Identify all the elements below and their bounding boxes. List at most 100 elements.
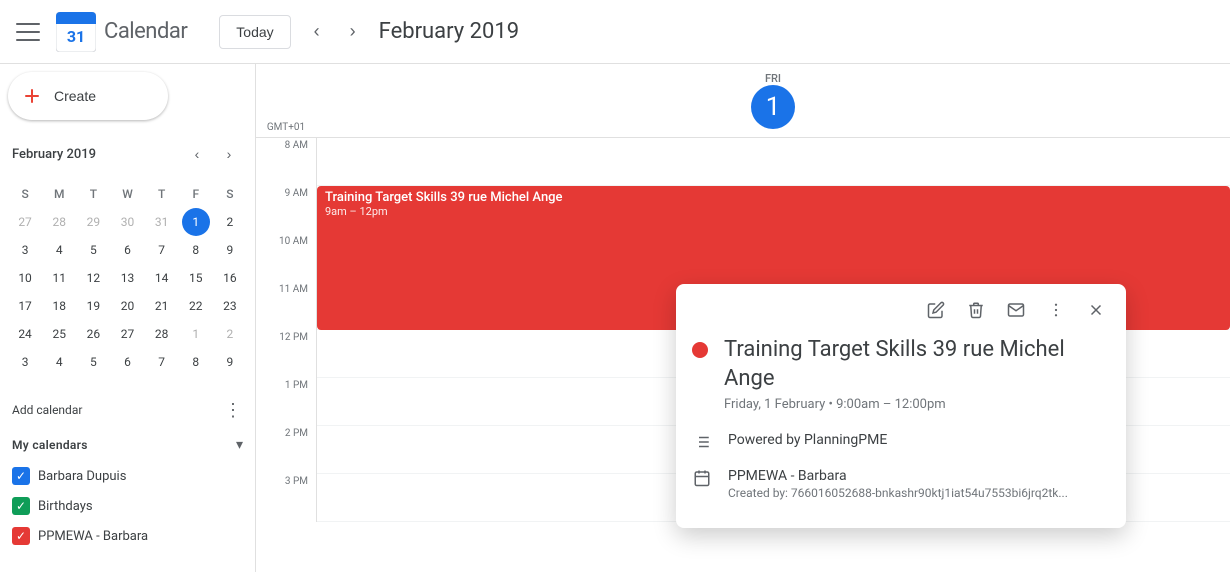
time-label: 11 AM (256, 282, 316, 330)
mini-cal-day[interactable]: 3 (8, 236, 42, 264)
mini-cal-day[interactable]: 1 (182, 208, 210, 236)
add-calendar-row: Add calendar ⋮ (8, 392, 247, 428)
day-name: FRI (765, 72, 781, 85)
mini-cal-day[interactable]: 3 (8, 348, 42, 376)
more-options-icon[interactable]: ⋮ (223, 400, 243, 420)
app-header: 31 Calendar Today ‹ › February 2019 (0, 0, 1230, 64)
mini-cal-day[interactable]: 24 (8, 320, 42, 348)
day-number[interactable]: 1 (751, 85, 795, 129)
calendar-item[interactable]: PPMEWA - Barbara (8, 521, 247, 551)
mini-cal-day[interactable]: 22 (179, 292, 213, 320)
mini-cal-grid: SMTWTFS272829303112345678910111213141516… (8, 180, 247, 376)
mini-cal-day[interactable]: 12 (76, 264, 110, 292)
mini-cal-day[interactable]: 28 (42, 208, 76, 236)
mini-cal-day[interactable]: 1 (179, 320, 213, 348)
mini-cal-day[interactable]: 30 (110, 208, 144, 236)
mini-cal-day[interactable]: 27 (110, 320, 144, 348)
mini-cal-day[interactable]: 15 (179, 264, 213, 292)
mini-cal-day[interactable]: 27 (8, 208, 42, 236)
mini-cal-day[interactable]: 18 (42, 292, 76, 320)
mini-cal-day[interactable]: 9 (213, 348, 247, 376)
mini-cal-day[interactable]: 11 (42, 264, 76, 292)
calendar-label: Barbara Dupuis (38, 469, 126, 484)
calendar-area: GMT+01 FRI 1 8 AM9 AM10 AM11 AM12 PM1 PM… (256, 64, 1230, 572)
time-label: 10 AM (256, 234, 316, 282)
mini-cal-day[interactable]: 20 (110, 292, 144, 320)
mini-cal-day[interactable]: 21 (145, 292, 179, 320)
email-icon[interactable] (998, 292, 1034, 328)
popup-event-header: Training Target Skills 39 rue Michel Ang… (692, 336, 1110, 412)
more-icon[interactable] (1038, 292, 1074, 328)
mini-calendar: February 2019 ‹ › SMTWTFS272829303112345… (8, 136, 247, 376)
calendar-checkbox[interactable] (12, 527, 30, 545)
calendar-item[interactable]: Birthdays (8, 491, 247, 521)
calendar-icon (692, 468, 712, 488)
popup-calendar-name: PPMEWA - Barbara (728, 468, 1068, 484)
mini-cal-day[interactable]: 4 (42, 348, 76, 376)
mini-cal-day[interactable]: 28 (145, 320, 179, 348)
mini-cal-day[interactable]: 5 (76, 236, 110, 264)
event-color-dot (692, 342, 708, 358)
mini-cal-day[interactable]: 17 (8, 292, 42, 320)
mini-cal-day[interactable]: 9 (213, 236, 247, 264)
mini-cal-prev[interactable]: ‹ (183, 140, 211, 168)
mini-cal-day[interactable]: 29 (76, 208, 110, 236)
main-content: Create February 2019 ‹ › SMTWTFS27282930… (0, 64, 1230, 572)
mini-cal-day[interactable]: 5 (76, 348, 110, 376)
calendar-list: Barbara Dupuis BirthdaysPPMEWA - Barbara (8, 461, 247, 551)
header-month-title: February 2019 (379, 19, 519, 44)
mini-cal-day[interactable]: 13 (110, 264, 144, 292)
calendar-checkbox[interactable] (12, 497, 30, 515)
event-popup: Training Target Skills 39 rue Michel Ang… (676, 284, 1126, 528)
menu-icon[interactable] (16, 20, 40, 44)
my-calendars-toggle[interactable]: ▾ (236, 436, 243, 453)
delete-icon[interactable] (958, 292, 994, 328)
close-icon[interactable] (1078, 292, 1114, 328)
mini-cal-day[interactable]: 7 (145, 348, 179, 376)
create-label: Create (54, 88, 96, 104)
mini-cal-day[interactable]: 8 (179, 236, 213, 264)
mini-cal-next[interactable]: › (215, 140, 243, 168)
time-label: 3 PM (256, 474, 316, 522)
mini-cal-day[interactable]: 14 (145, 264, 179, 292)
mini-cal-day-header: F (179, 180, 213, 208)
mini-cal-day-header: S (213, 180, 247, 208)
mini-cal-day-header: M (42, 180, 76, 208)
day-col-header: FRI 1 (316, 64, 1230, 137)
app-logo: 31 (56, 12, 96, 52)
mini-cal-day[interactable]: 25 (42, 320, 76, 348)
edit-icon[interactable] (918, 292, 954, 328)
popup-content: Training Target Skills 39 rue Michel Ang… (676, 336, 1126, 528)
calendar-checkbox[interactable] (12, 467, 30, 485)
mini-cal-day[interactable]: 26 (76, 320, 110, 348)
description-icon (692, 432, 712, 452)
mini-cal-day[interactable]: 23 (213, 292, 247, 320)
mini-cal-day[interactable]: 10 (8, 264, 42, 292)
svg-text:31: 31 (67, 27, 85, 46)
popup-toolbar (676, 284, 1126, 336)
mini-cal-day[interactable]: 31 (145, 208, 179, 236)
mini-cal-day[interactable]: 2 (213, 320, 247, 348)
create-button[interactable]: Create (8, 72, 168, 120)
plus-icon (20, 84, 44, 108)
mini-cal-day[interactable]: 6 (110, 236, 144, 264)
mini-cal-day[interactable]: 16 (213, 264, 247, 292)
mini-cal-day[interactable]: 19 (76, 292, 110, 320)
mini-cal-title: February 2019 (12, 147, 96, 162)
time-label: 8 AM (256, 138, 316, 186)
next-button[interactable]: › (335, 14, 371, 50)
mini-cal-day[interactable]: 8 (179, 348, 213, 376)
time-label: 1 PM (256, 378, 316, 426)
prev-button[interactable]: ‹ (299, 14, 335, 50)
sidebar: Create February 2019 ‹ › SMTWTFS27282930… (0, 64, 256, 572)
mini-cal-day-header: S (8, 180, 42, 208)
event-block-right[interactable] (1190, 186, 1230, 330)
my-calendars-section: My calendars ▾ (8, 428, 247, 461)
mini-cal-day[interactable]: 7 (145, 236, 179, 264)
add-calendar-label[interactable]: Add calendar (12, 403, 82, 417)
today-button[interactable]: Today (219, 15, 290, 49)
mini-cal-day[interactable]: 4 (42, 236, 76, 264)
mini-cal-day[interactable]: 6 (110, 348, 144, 376)
mini-cal-day[interactable]: 2 (213, 208, 247, 236)
calendar-item[interactable]: Barbara Dupuis (8, 461, 247, 491)
